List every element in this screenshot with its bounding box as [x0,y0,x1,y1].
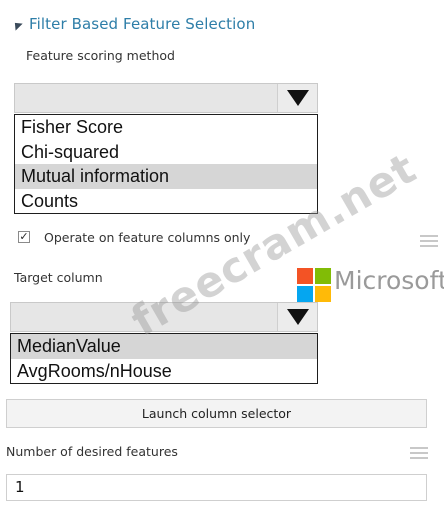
section-header[interactable]: Filter Based Feature Selection [11,14,256,34]
collapse-triangle-icon[interactable] [11,19,23,31]
launch-column-selector-button[interactable]: Launch column selector [6,399,427,428]
logo-square-red [297,268,313,284]
logo-square-blue [297,286,313,302]
operate-checkbox[interactable]: ✓ [18,231,30,243]
desired-features-label: Number of desired features [6,444,178,459]
feature-scoring-dropdown[interactable] [14,83,318,113]
target-column-options: MedianValue AvgRooms/nHouse [10,333,318,384]
target-column-label: Target column [14,270,103,285]
feature-scoring-label: Feature scoring method [26,48,175,63]
chevron-down-icon [286,90,309,106]
option-chi-squared[interactable]: Chi-squared [15,140,317,165]
chevron-down-icon [286,309,309,325]
option-avg-rooms[interactable]: AvgRooms/nHouse [11,359,317,384]
operate-label: Operate on feature columns only [44,230,251,245]
option-mutual-information[interactable]: Mutual information [15,164,317,189]
microsoft-logo-text: Microsoft [334,266,444,295]
option-median-value[interactable]: MedianValue [11,334,317,359]
option-fisher-score[interactable]: Fisher Score [15,115,317,140]
dropdown-arrow[interactable] [277,84,317,112]
logo-square-yellow [315,286,331,302]
section-title: Filter Based Feature Selection [29,15,256,33]
dropdown-arrow[interactable] [277,303,317,331]
feature-scoring-options: Fisher Score Chi-squared Mutual informat… [14,114,318,214]
hamburger-icon[interactable] [410,447,428,462]
logo-square-green [315,268,331,284]
hamburger-icon[interactable] [420,235,438,250]
microsoft-logo-icon [297,268,331,302]
option-counts[interactable]: Counts [15,189,317,214]
desired-features-input[interactable]: 1 [6,474,427,501]
checkmark-icon: ✓ [19,230,29,243]
